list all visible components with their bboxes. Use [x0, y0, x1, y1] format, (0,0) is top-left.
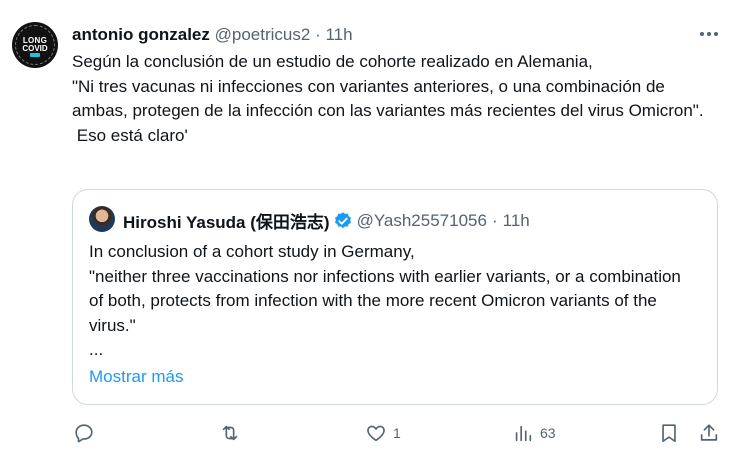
share-icon [700, 424, 718, 441]
author-name[interactable]: antonio gonzalez [72, 25, 210, 44]
action-bar: 1 63 [0, 422, 744, 448]
quoted-author-handle[interactable]: @Yash25571056 [357, 211, 487, 231]
show-more-link[interactable]: Mostrar más [89, 367, 183, 387]
reply-button[interactable] [73, 422, 101, 444]
author-avatar[interactable]: LONG COVID [12, 22, 58, 68]
views-count: 63 [540, 425, 556, 441]
like-count: 1 [393, 425, 401, 441]
avatar-ribbon [30, 53, 40, 57]
heart-icon [367, 425, 385, 442]
views-chart-icon [515, 425, 532, 442]
more-dots-icon[interactable] [696, 24, 722, 44]
retweet-button[interactable] [219, 422, 247, 444]
quoted-separator: · [491, 210, 498, 230]
quoted-author-name[interactable]: Hiroshi Yasuda (保田浩志) [123, 208, 330, 233]
share-button[interactable] [698, 422, 720, 444]
verified-badge-icon [334, 211, 351, 228]
tweet-header: antonio gonzalez @poetricus2 · 11h [72, 25, 353, 45]
tweet-card[interactable]: LONG COVID antonio gonzalez @poetricus2 … [0, 0, 744, 468]
tweet-text: Según la conclusión de un estudio de coh… [72, 52, 704, 145]
quoted-text: In conclusion of a cohort study in Germa… [89, 242, 681, 359]
quoted-author-avatar[interactable] [89, 206, 115, 232]
header-separator: · [315, 25, 321, 44]
bookmark-button[interactable] [658, 422, 680, 444]
bookmark-icon [662, 424, 676, 443]
quoted-header: Hiroshi Yasuda (保田浩志) @Yash25571056 · 11… [123, 208, 530, 233]
quoted-time[interactable]: 11h [503, 211, 530, 231]
quoted-tweet[interactable]: Hiroshi Yasuda (保田浩志) @Yash25571056 · 11… [72, 189, 718, 405]
like-button[interactable]: 1 [365, 422, 401, 444]
views-button[interactable]: 63 [512, 422, 556, 444]
avatar-text-bottom: COVID [22, 44, 48, 53]
tweet-time[interactable]: 11h [325, 25, 352, 44]
reply-icon [75, 424, 93, 443]
retweet-icon [222, 425, 238, 441]
author-handle[interactable]: @poetricus2 [215, 25, 311, 44]
